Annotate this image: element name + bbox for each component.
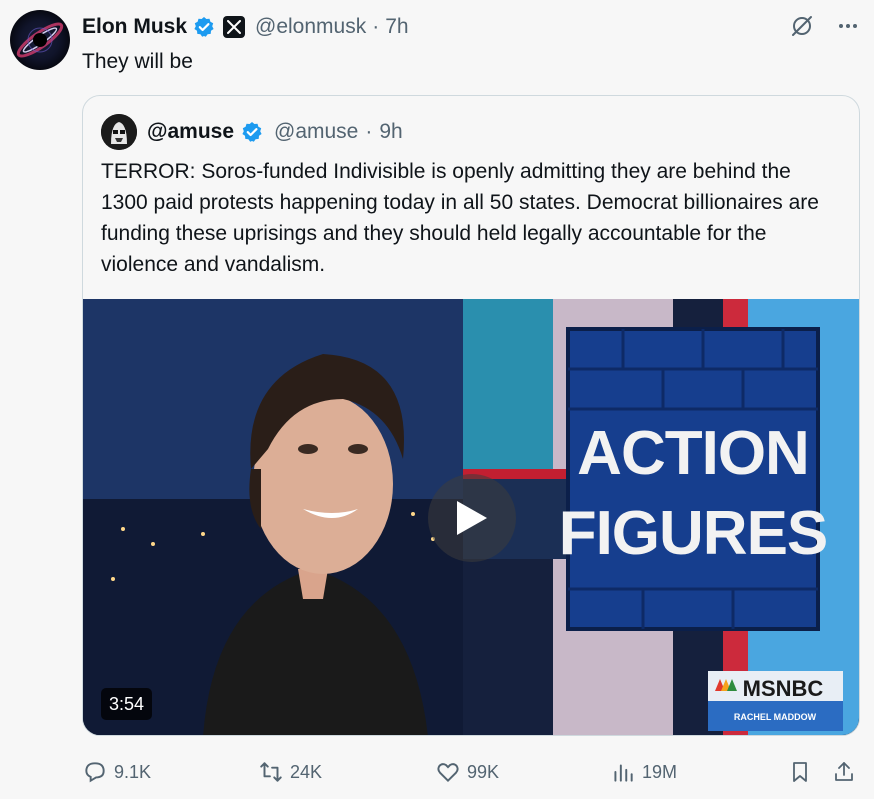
post-header: Elon Musk @elonmusk · 7h <box>82 12 409 42</box>
share-button[interactable] <box>832 754 856 790</box>
views-count: 19M <box>642 761 678 782</box>
verified-badge-icon[interactable] <box>193 16 215 38</box>
more-icon[interactable] <box>836 14 860 43</box>
show-name: RACHEL MADDOW <box>734 712 817 722</box>
network-logo: MSNBC <box>743 676 824 701</box>
quote-text: TERROR: Soros-funded Indivisible is open… <box>101 160 819 276</box>
quote-author-name[interactable]: @amuse <box>147 120 234 144</box>
grok-icon[interactable] <box>790 14 814 43</box>
repost-button[interactable]: 24K <box>258 754 322 790</box>
quote-author-avatar[interactable] <box>101 114 137 150</box>
reply-count: 9.1K <box>114 761 152 782</box>
graphic-line2: FIGURES <box>559 499 828 568</box>
verified-badge-icon[interactable] <box>241 121 263 143</box>
author-handle[interactable]: @elonmusk <box>255 15 366 39</box>
quote-time[interactable]: 9h <box>379 120 402 144</box>
separator-dot: · <box>372 15 380 38</box>
separator-dot: · <box>365 120 373 143</box>
reply-icon <box>85 762 105 783</box>
play-button[interactable] <box>428 474 516 562</box>
share-icon <box>835 762 853 781</box>
reply-button[interactable]: 9.1K <box>82 754 151 790</box>
video-duration: 3:54 <box>101 688 153 720</box>
post-top-actions <box>790 14 860 43</box>
author-name[interactable]: Elon Musk <box>82 15 187 39</box>
repost-icon <box>260 762 282 782</box>
bookmark-icon <box>793 762 807 782</box>
author-avatar[interactable] <box>10 10 70 70</box>
graphic-line1: ACTION <box>577 419 809 488</box>
play-icon <box>457 501 487 535</box>
like-count: 99K <box>467 761 500 782</box>
x-logo-icon <box>223 16 246 38</box>
quote-author-handle[interactable]: @amuse <box>274 120 358 144</box>
views-button[interactable]: 19M <box>610 754 677 790</box>
like-icon <box>437 763 459 783</box>
like-button[interactable]: 99K <box>435 754 499 790</box>
post-text: They will be <box>82 50 193 73</box>
quote-header: @amuse @amuse · 9h <box>101 114 403 150</box>
bookmark-button[interactable] <box>788 754 812 790</box>
video-player[interactable]: ACTION FIGURES MSNBC RACHEL MADDOW 3:54 <box>83 299 859 735</box>
repost-count: 24K <box>290 761 323 782</box>
quoted-post[interactable]: @amuse @amuse · 9h TERROR: Soros-funded … <box>82 95 860 736</box>
action-bar: 9.1K 24K 99K 19M <box>82 754 862 790</box>
post-time[interactable]: 7h <box>385 15 408 39</box>
views-icon <box>614 764 633 782</box>
